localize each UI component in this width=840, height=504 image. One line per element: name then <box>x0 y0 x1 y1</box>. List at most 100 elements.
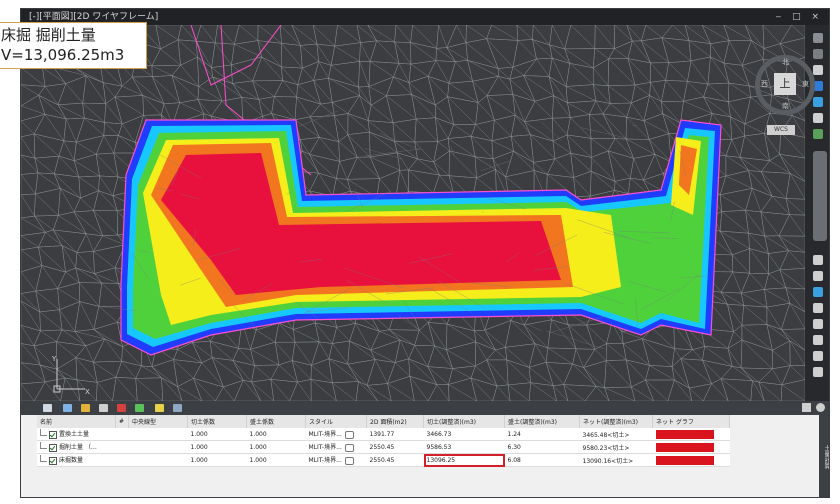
panel-toolbar <box>21 401 829 415</box>
close-icon[interactable] <box>802 403 811 412</box>
row-fill: 6.30 <box>504 440 580 454</box>
row-fill-factor[interactable]: 1.000 <box>246 440 306 454</box>
viewcube-east[interactable]: 東 <box>802 79 809 89</box>
toolbar-icon-6[interactable] <box>813 113 823 123</box>
toolbar-icon-5[interactable] <box>813 97 823 107</box>
row-net: 13090.16<切土> <box>579 453 653 467</box>
row-cut-factor[interactable]: 1.000 <box>187 440 247 454</box>
viewcube-west[interactable]: 西 <box>761 79 768 89</box>
row-net-graph <box>652 440 730 454</box>
toolbar-icon-13[interactable] <box>813 335 823 345</box>
row-centerline <box>128 428 188 441</box>
row-name: 掘削土量 （… <box>59 444 97 452</box>
ucs-x-label: X <box>85 388 90 395</box>
table-row-selected[interactable]: 床掘数量 1.000 1.000 MLIT-境界... 2550.45 1309… <box>37 453 730 467</box>
row-area: 2550.45 <box>366 440 424 454</box>
row-net-graph <box>652 428 730 441</box>
net-graph-bar <box>655 442 714 452</box>
row-checkbox[interactable] <box>49 456 57 465</box>
help-icon[interactable] <box>816 403 825 412</box>
net-graph-bar <box>655 429 714 439</box>
toolbar-icon-8[interactable] <box>813 255 823 265</box>
row-style: MLIT-境界... <box>308 431 342 439</box>
viewport-title[interactable]: [-][平面図][2D ワイヤフレーム] <box>29 12 158 22</box>
row-net-graph <box>652 453 730 467</box>
style-edit-icon[interactable] <box>344 443 354 452</box>
table-row[interactable]: 掘削土量 （… 1.000 1.000 MLIT-境界... 2550.45 9… <box>37 440 730 454</box>
header-fill[interactable]: 盛土(調整済)(m3) <box>504 415 580 428</box>
row-name: 置換土土量 <box>59 431 90 439</box>
toolbar-icon-1[interactable] <box>813 33 823 43</box>
delete-icon[interactable] <box>117 404 126 412</box>
row-number <box>115 440 129 454</box>
row-net: 9580.23<切土> <box>579 440 653 454</box>
row-net: 3465.48<切土> <box>579 428 653 441</box>
toolbar-icon-2[interactable] <box>813 49 823 59</box>
row-name-cell[interactable]: 床掘数量 <box>37 453 116 467</box>
row-name-cell[interactable]: 掘削土量 （… <box>37 440 116 454</box>
header-name[interactable]: 名前 <box>37 415 116 428</box>
header-fill-factor[interactable]: 盛土係数 <box>246 415 306 428</box>
viewcube-top-face[interactable]: 上 <box>774 73 796 95</box>
style-edit-icon[interactable] <box>344 456 354 465</box>
table-row[interactable]: 置換土土量 1.000 1.000 MLIT-境界... 1391.77 346… <box>37 428 730 441</box>
header-cut-factor[interactable]: 切土係数 <box>187 415 247 428</box>
callout-volume: V=13,096.25m3 <box>1 46 125 64</box>
navigation-bar[interactable] <box>813 151 827 241</box>
ucs-icon: Y X <box>51 355 91 396</box>
toolbar-icon-15[interactable] <box>813 367 823 377</box>
row-number <box>115 453 129 467</box>
row-checkbox[interactable] <box>49 430 57 439</box>
add-surface-icon[interactable] <box>81 404 90 412</box>
row-style-cell[interactable]: MLIT-境界... <box>305 440 367 454</box>
toolbar-icon-9[interactable] <box>813 271 823 281</box>
toolbar-icon-10[interactable] <box>813 287 823 297</box>
row-number <box>115 428 129 441</box>
row-style: MLIT-境界... <box>308 444 342 452</box>
row-style-cell[interactable]: MLIT-境界... <box>305 453 367 467</box>
header-net-graph[interactable]: ネット グラフ <box>652 415 730 428</box>
header-number[interactable]: # <box>115 415 129 428</box>
viewcube-south[interactable]: 南 <box>782 101 789 111</box>
row-fill-factor[interactable]: 1.000 <box>246 453 306 467</box>
cut-fill-band-green <box>621 210 681 285</box>
toolbar-icon-3[interactable] <box>813 65 823 75</box>
viewcube[interactable]: 上 北 南 東 西 <box>755 55 815 115</box>
header-style[interactable]: スタイル <box>305 415 367 428</box>
volumes-dashboard-panel: 名前 # 中央線型 切土係数 盛土係数 スタイル 2D 面積(m2) 切土(調整… <box>21 401 829 497</box>
settings-icon[interactable] <box>173 404 182 412</box>
toolbar-icon-12[interactable] <box>813 319 823 329</box>
header-centerline[interactable]: 中央線型 <box>128 415 188 428</box>
toolbar-icon-7[interactable] <box>813 129 823 139</box>
row-style-cell[interactable]: MLIT-境界... <box>305 428 367 441</box>
wcs-menu-button[interactable]: WCS <box>767 125 795 135</box>
report-icon[interactable] <box>155 404 164 412</box>
viewcube-north[interactable]: 北 <box>782 57 789 67</box>
create-volume-surface-icon[interactable] <box>63 404 72 412</box>
row-area: 1391.77 <box>366 428 424 441</box>
toolbar-icon-14[interactable] <box>813 351 823 361</box>
row-cut-factor[interactable]: 1.000 <box>187 428 247 441</box>
row-cut: 3466.73 <box>423 428 505 441</box>
recompute-icon[interactable] <box>135 404 144 412</box>
header-area[interactable]: 2D 面積(m2) <box>366 415 424 428</box>
tin-surface-mesh <box>21 25 805 401</box>
header-cut[interactable]: 切土(調整済)(m3) <box>423 415 505 428</box>
row-checkbox[interactable] <box>49 443 57 452</box>
row-centerline <box>128 440 188 454</box>
style-edit-icon[interactable] <box>344 430 354 439</box>
side-tab-strip[interactable]: 土量計算 <box>819 415 829 497</box>
boundary-icon[interactable] <box>99 404 108 412</box>
net-graph-bar <box>655 455 714 465</box>
drawing-viewport[interactable]: Y X <box>21 25 805 401</box>
application-window: [-][平面図][2D ワイヤフレーム] ‒ □ × Y X 上 北 南 東 西… <box>20 8 830 498</box>
row-area: 2550.45 <box>366 453 424 467</box>
window-controls[interactable]: ‒ □ × <box>776 9 824 25</box>
toolbar-icon-11[interactable] <box>813 303 823 313</box>
header-net[interactable]: ネット(調整済)(m3) <box>579 415 653 428</box>
row-cut-factor[interactable]: 1.000 <box>187 453 247 467</box>
row-name-cell[interactable]: 置換土土量 <box>37 428 116 441</box>
row-fill: 1.24 <box>504 428 580 441</box>
row-fill-factor[interactable]: 1.000 <box>246 428 306 441</box>
table-view-icon[interactable] <box>43 404 52 412</box>
